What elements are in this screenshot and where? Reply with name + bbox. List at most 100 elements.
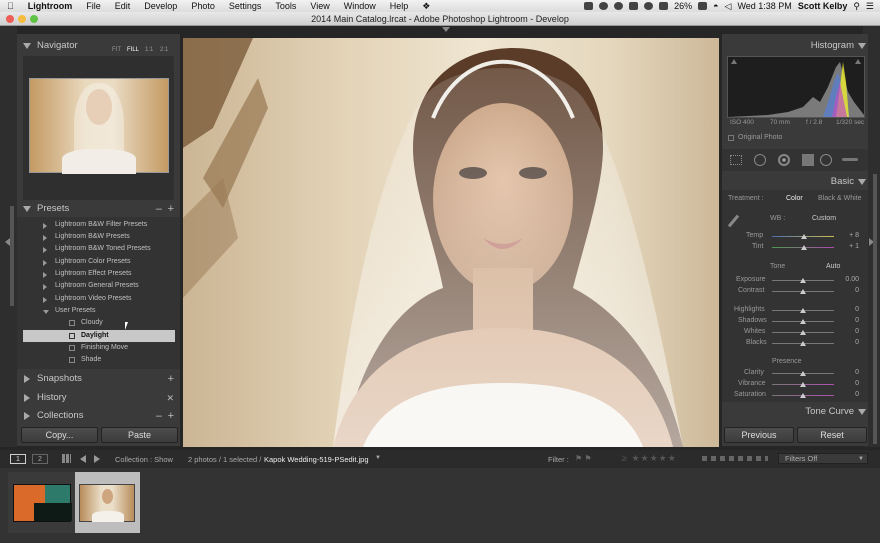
blacks-slider[interactable]: [772, 341, 834, 346]
saturation-value[interactable]: 0: [839, 391, 859, 398]
status-icon[interactable]: [584, 2, 594, 10]
whites-value[interactable]: 0: [839, 328, 859, 335]
user-preset-shade[interactable]: Shade: [17, 354, 172, 366]
primary-window-button[interactable]: 1: [10, 454, 26, 464]
blacks-value[interactable]: 0: [839, 339, 859, 346]
red-eye-icon[interactable]: [778, 154, 790, 166]
contrast-slider[interactable]: [772, 289, 834, 294]
remove-preset-button[interactable]: –: [156, 202, 162, 216]
previous-button[interactable]: Previous: [724, 427, 794, 443]
filename-dropdown-icon[interactable]: ▼: [375, 455, 381, 461]
filter-preset-select[interactable]: Filters Off ▼: [778, 453, 868, 464]
filename-label[interactable]: Kapok Wedding-519-PSedit.jpg: [264, 455, 369, 464]
vibrance-knob[interactable]: [800, 382, 806, 387]
temp-knob[interactable]: [801, 234, 808, 239]
top-panel-toggle-icon[interactable]: [442, 27, 450, 32]
graduated-filter-icon[interactable]: [802, 154, 814, 166]
wifi-icon[interactable]: ◓: [713, 1, 718, 11]
status-icon[interactable]: [644, 2, 654, 10]
menu-view[interactable]: View: [303, 1, 336, 11]
dropbox-icon[interactable]: ❖: [415, 1, 437, 12]
zoom-1-1[interactable]: 1:1: [145, 43, 153, 57]
apple-icon[interactable]: : [0, 1, 21, 11]
bluetooth-icon[interactable]: [659, 2, 669, 10]
menu-tools[interactable]: Tools: [268, 1, 303, 11]
forward-arrow-icon[interactable]: [94, 455, 100, 463]
menu-app[interactable]: Lightroom: [21, 1, 80, 11]
whites-slider[interactable]: [772, 330, 834, 335]
radial-filter-icon[interactable]: [820, 154, 832, 166]
tint-slider[interactable]: [772, 245, 834, 250]
preset-folder[interactable]: Lightroom B&W Filter Presets: [17, 219, 172, 231]
shadow-clip-icon[interactable]: [731, 59, 737, 64]
wb-value[interactable]: Custom: [812, 215, 836, 222]
volume-icon[interactable]: ◁: [725, 1, 732, 12]
navigator-header[interactable]: Navigator FIT FILL 1:1 2:1: [17, 39, 180, 53]
zoom-window-button[interactable]: [30, 15, 38, 23]
preset-folder[interactable]: Lightroom Effect Presets: [17, 268, 172, 280]
search-icon[interactable]: ⚲: [853, 1, 860, 12]
grid-view-icon[interactable]: [62, 454, 71, 463]
preset-folder[interactable]: Lightroom B&W Presets: [17, 231, 172, 243]
vibrance-value[interactable]: 0: [839, 380, 859, 387]
clarity-value[interactable]: 0: [839, 369, 859, 376]
copy-button[interactable]: Copy...: [21, 427, 98, 443]
shadows-slider[interactable]: [772, 319, 834, 324]
preset-folder[interactable]: Lightroom B&W Toned Presets: [17, 243, 172, 255]
exposure-knob[interactable]: [800, 278, 806, 283]
temp-value[interactable]: + 8: [839, 232, 859, 239]
user-preset-daylight[interactable]: Daylight: [23, 330, 175, 342]
histogram-header[interactable]: Histogram: [722, 39, 868, 53]
shadows-knob[interactable]: [800, 319, 806, 324]
snapshots-header[interactable]: Snapshots +: [17, 372, 180, 386]
exposure-value[interactable]: 0.00: [839, 276, 859, 283]
history-header[interactable]: History ✕: [17, 391, 180, 405]
user-name[interactable]: Scott Kelby: [798, 1, 848, 11]
clarity-slider[interactable]: [772, 371, 834, 376]
status-icon[interactable]: [614, 2, 624, 10]
temp-slider[interactable]: [772, 234, 834, 239]
whites-knob[interactable]: [800, 330, 806, 335]
clarity-knob[interactable]: [800, 371, 806, 376]
contrast-knob[interactable]: [800, 289, 806, 294]
filmstrip-cell[interactable]: [8, 472, 75, 533]
auto-tone-button[interactable]: Auto: [826, 263, 840, 270]
add-collection-button[interactable]: +: [168, 409, 174, 423]
clock[interactable]: Wed 1:38 PM: [737, 1, 791, 11]
color-label-filters[interactable]: [702, 456, 768, 461]
secondary-window-button[interactable]: 2: [32, 454, 48, 464]
filmstrip-thumbnail[interactable]: [13, 484, 72, 522]
status-icon[interactable]: [599, 2, 609, 10]
blacks-knob[interactable]: [800, 341, 806, 346]
menu-file[interactable]: File: [79, 1, 108, 11]
user-preset-cloudy[interactable]: Cloudy: [17, 317, 172, 329]
saturation-slider[interactable]: [772, 393, 834, 398]
presets-header[interactable]: Presets – +: [17, 202, 180, 216]
menu-window[interactable]: Window: [337, 1, 383, 11]
remove-collection-button[interactable]: –: [156, 409, 162, 423]
menu-develop[interactable]: Develop: [137, 1, 184, 11]
right-scrollbar[interactable]: [873, 174, 877, 444]
back-arrow-icon[interactable]: [80, 455, 86, 463]
saturation-knob[interactable]: [800, 393, 806, 398]
contrast-value[interactable]: 0: [839, 287, 859, 294]
treatment-color[interactable]: Color: [786, 195, 803, 202]
zoom-2-1[interactable]: 2:1: [160, 43, 168, 57]
user-preset-finishing-move[interactable]: Finishing Move: [17, 342, 172, 354]
tint-knob[interactable]: [800, 245, 807, 250]
menu-help[interactable]: Help: [383, 1, 416, 11]
left-scrollbar[interactable]: [10, 206, 14, 306]
left-panel-strip[interactable]: [0, 26, 17, 447]
filmstrip-thumbnail[interactable]: [79, 484, 135, 522]
highlights-slider[interactable]: [772, 308, 834, 313]
minimize-window-button[interactable]: [18, 15, 26, 23]
tone-curve-header[interactable]: Tone Curve: [722, 405, 868, 419]
status-icon[interactable]: [629, 2, 639, 10]
highlight-clip-icon[interactable]: [855, 59, 861, 64]
filmstrip-cell-selected[interactable]: [75, 472, 140, 533]
exposure-slider[interactable]: [772, 278, 834, 283]
battery-icon[interactable]: [698, 2, 708, 10]
basic-header[interactable]: Basic: [722, 175, 868, 189]
menu-photo[interactable]: Photo: [184, 1, 222, 11]
reset-button[interactable]: Reset: [797, 427, 867, 443]
